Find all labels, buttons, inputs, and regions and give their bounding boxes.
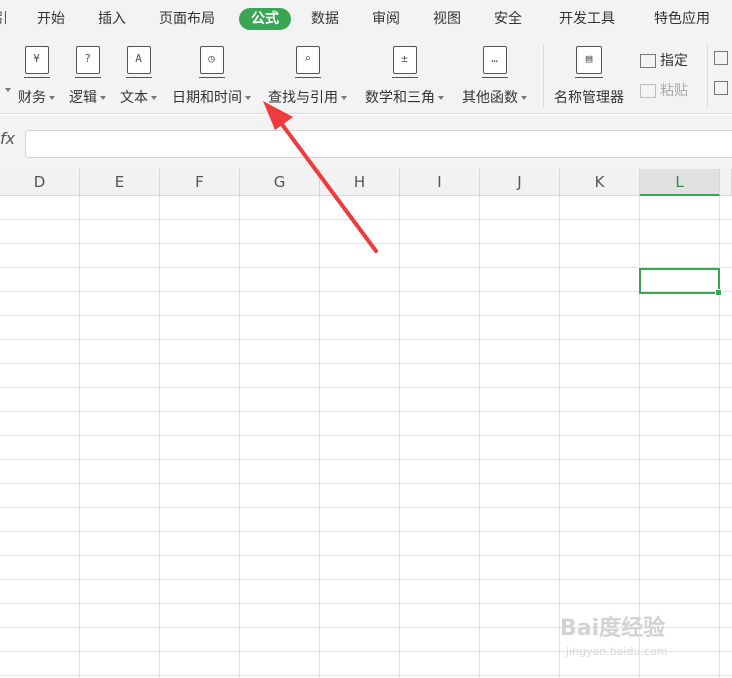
formula-input[interactable] xyxy=(25,130,732,158)
chevron-down-icon xyxy=(100,95,106,100)
book-dots-icon: … xyxy=(481,46,508,78)
chevron-down-icon xyxy=(245,95,251,100)
column-header-j[interactable]: J xyxy=(480,169,560,196)
column-header-l[interactable]: L xyxy=(640,169,720,196)
fx-icon[interactable]: fx xyxy=(0,129,15,148)
tab-developer[interactable]: 开发工具 xyxy=(559,8,615,30)
datetime-label: 日期和时间 xyxy=(172,90,242,106)
book-plus-minus-icon: ± xyxy=(391,46,418,78)
name-manager-label: 名称管理器 xyxy=(554,90,624,106)
chevron-down-icon xyxy=(341,95,347,100)
tab-view[interactable]: 视图 xyxy=(433,8,461,30)
finance-functions-button[interactable]: ¥ 财务 xyxy=(18,46,55,107)
other-functions-button[interactable]: … 其他函数 xyxy=(462,46,527,107)
chevron-down-icon xyxy=(49,95,55,100)
column-header-g[interactable]: G xyxy=(240,169,320,196)
paste-label: 粘贴 xyxy=(660,83,688,99)
tab-security[interactable]: 安全 xyxy=(494,8,522,30)
trace-dependents-button[interactable] xyxy=(714,80,732,96)
chevron-down-icon xyxy=(151,95,157,100)
logic-label: 逻辑 xyxy=(69,90,97,106)
lookup-label: 查找与引用 xyxy=(268,90,338,106)
tab-review[interactable]: 审阅 xyxy=(372,8,400,30)
specify-label: 指定 xyxy=(660,53,688,69)
column-header-k[interactable]: K xyxy=(560,169,640,196)
chevron-down-icon xyxy=(521,95,527,100)
clipboard-icon xyxy=(640,84,656,98)
math-label: 数学和三角 xyxy=(365,90,435,106)
text-functions-button[interactable]: A 文本 xyxy=(120,46,157,107)
column-header-partial[interactable] xyxy=(720,169,732,196)
book-letter-icon: A xyxy=(125,46,152,78)
book-search-icon: ⌕ xyxy=(294,46,321,78)
cell-grid[interactable] xyxy=(0,196,732,678)
ribbon-formulas: ¥ 财务 ? 逻辑 A 文本 ◷ 日期和时间 ⌕ 查找与引用 ± 数学和三角 …… xyxy=(0,38,732,114)
text-label: 文本 xyxy=(120,90,148,106)
ribbon-divider xyxy=(543,44,544,108)
selected-cell[interactable] xyxy=(639,268,722,296)
menu-tab-partial[interactable]: 引 xyxy=(0,8,8,30)
logic-functions-button[interactable]: ? 逻辑 xyxy=(69,46,106,107)
tab-page-layout[interactable]: 页面布局 xyxy=(159,8,215,30)
column-header-d[interactable]: D xyxy=(0,169,80,196)
tab-home[interactable]: 开始 xyxy=(37,8,65,30)
math-functions-button[interactable]: ± 数学和三角 xyxy=(365,46,444,107)
column-header-h[interactable]: H xyxy=(320,169,400,196)
column-header-f[interactable]: F xyxy=(160,169,240,196)
finance-label: 财务 xyxy=(18,90,46,106)
menu-bar: 引 开始 插入 页面布局 公式 数据 审阅 视图 安全 开发工具 特色应用 xyxy=(0,0,732,38)
table-grid-icon xyxy=(640,54,656,68)
name-manager-icon: ▤ xyxy=(575,46,603,78)
formula-bar: fx xyxy=(0,115,732,169)
lookup-functions-button[interactable]: ⌕ 查找与引用 xyxy=(268,46,347,107)
name-manager-button[interactable]: ▤ 名称管理器 xyxy=(554,46,624,107)
chevron-down-icon xyxy=(5,88,11,92)
specify-button[interactable]: 指定 xyxy=(640,50,688,70)
column-header-e[interactable]: E xyxy=(80,169,160,196)
chevron-down-icon xyxy=(438,95,444,100)
trace-precedents-button[interactable] xyxy=(714,50,732,66)
watermark-url: jingyan.baidu.com xyxy=(566,645,668,658)
other-label: 其他函数 xyxy=(462,90,518,106)
book-yen-icon: ¥ xyxy=(23,46,50,78)
trace-arrow-icon xyxy=(714,81,728,95)
ribbon-divider xyxy=(707,44,708,108)
paste-button[interactable]: 粘贴 xyxy=(640,80,688,100)
book-clock-icon: ◷ xyxy=(198,46,225,78)
column-header-i[interactable]: I xyxy=(400,169,480,196)
tab-special[interactable]: 特色应用 xyxy=(654,8,710,30)
trace-arrow-icon xyxy=(714,51,728,65)
book-question-icon: ? xyxy=(74,46,101,78)
watermark-logo: Bai度经验 xyxy=(560,616,666,641)
tab-insert[interactable]: 插入 xyxy=(98,8,126,30)
tab-data[interactable]: 数据 xyxy=(311,8,339,30)
tab-formulas[interactable]: 公式 xyxy=(239,8,291,30)
datetime-functions-button[interactable]: ◷ 日期和时间 xyxy=(172,46,251,107)
